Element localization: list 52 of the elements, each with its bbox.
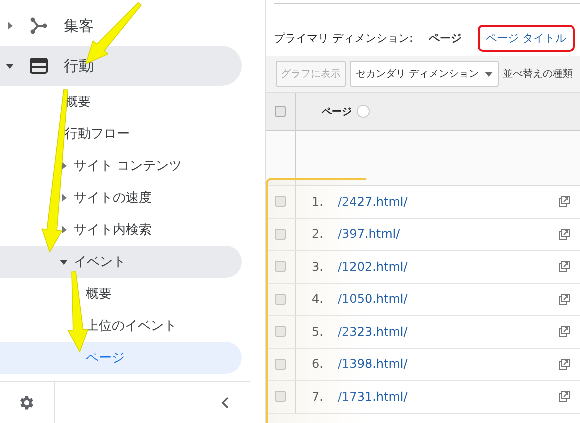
external-link-icon[interactable] — [559, 391, 570, 402]
page-link[interactable]: /2323.html/ — [338, 324, 559, 339]
external-link-icon[interactable] — [559, 228, 570, 240]
sidebar-item[interactable]: サイトの速度 — [0, 182, 242, 214]
sidebar-item[interactable]: サイト内検索 — [0, 214, 242, 246]
external-link-icon[interactable] — [559, 326, 570, 338]
caret-icon — [60, 258, 68, 266]
page-link[interactable]: /1050.html/ — [338, 292, 559, 306]
caret-icon — [60, 194, 68, 202]
dimension-option[interactable]: ページ — [421, 24, 470, 52]
checkbox[interactable] — [275, 358, 286, 370]
page-link[interactable]: /1398.html/ — [338, 357, 559, 372]
sidebar-item[interactable]: 上位のイベント — [0, 310, 242, 342]
sidebar-item[interactable]: 集客 — [0, 6, 242, 46]
row-number: 6. — [312, 357, 324, 372]
external-link-icon[interactable] — [559, 358, 570, 370]
window-icon — [30, 57, 48, 75]
sidebar-item[interactable]: 行動フロー — [0, 118, 242, 150]
external-link-icon[interactable] — [559, 196, 570, 208]
page-link[interactable]: /2427.html/ — [338, 194, 559, 209]
caret-icon — [6, 22, 14, 30]
row-number: 3. — [312, 260, 324, 274]
secondary-dimension-dropdown[interactable]: セカンダリ ディメンション — [350, 61, 500, 87]
branch-icon — [30, 17, 48, 35]
caret-icon — [60, 226, 68, 234]
caret-icon — [485, 72, 494, 76]
row-number: 5. — [312, 324, 324, 339]
checkbox[interactable] — [275, 196, 286, 208]
settings-icon[interactable] — [18, 394, 36, 412]
column-header[interactable]: ページ — [322, 104, 352, 118]
page-link[interactable]: /1731.html/ — [338, 390, 559, 404]
sidebar-item[interactable]: ページ — [0, 342, 242, 374]
row-number: 4. — [312, 292, 324, 306]
external-link-icon[interactable] — [559, 261, 570, 272]
sidebar-item[interactable]: イベント — [0, 246, 242, 278]
caret-icon — [6, 62, 14, 70]
page-link[interactable]: /1202.html/ — [338, 260, 559, 274]
primary-dimension-label: プライマリ ディメンション: — [274, 30, 414, 46]
sort-type-label: 並べ替えの種類 — [503, 68, 574, 81]
row-number: 7. — [312, 390, 324, 404]
checkbox[interactable] — [275, 106, 286, 117]
checkbox[interactable] — [275, 294, 286, 305]
page-link[interactable]: /397.html/ — [338, 227, 559, 242]
checkbox[interactable] — [275, 261, 286, 272]
sidebar-item[interactable]: 概要 — [0, 278, 242, 310]
row-number: 1. — [312, 194, 324, 209]
checkbox[interactable] — [275, 326, 286, 338]
checkbox[interactable] — [275, 228, 286, 240]
external-link-icon[interactable] — [559, 294, 570, 305]
checkbox[interactable] — [275, 391, 286, 402]
dimension-option[interactable]: ページ タイトル — [478, 24, 575, 52]
row-number: 2. — [312, 227, 324, 242]
